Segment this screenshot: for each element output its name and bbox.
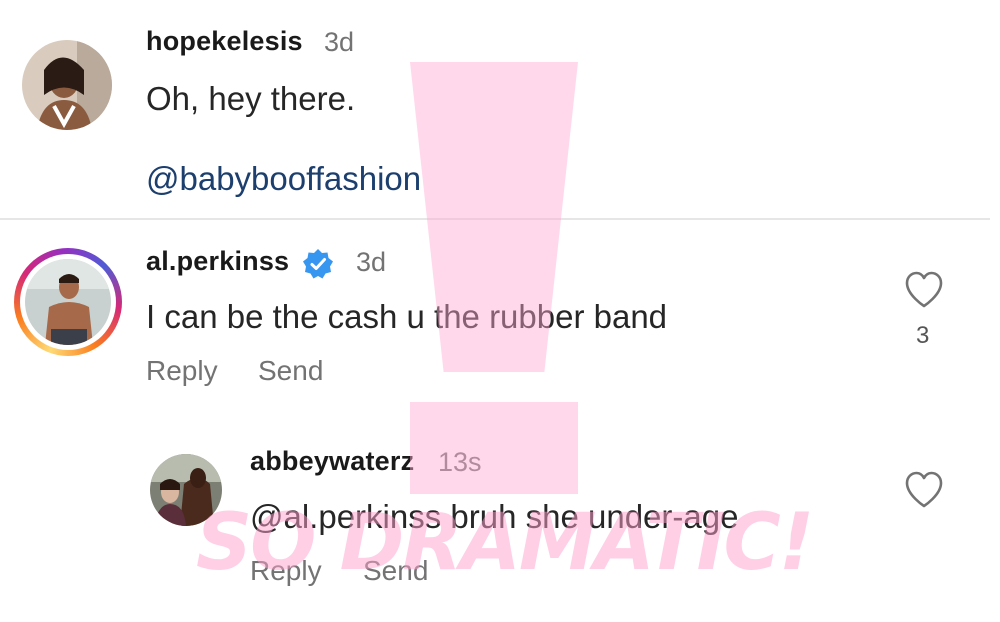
username-abbeywaterz[interactable]: abbeywaterz — [250, 446, 414, 477]
mention-link[interactable]: @babybooffashion — [146, 160, 421, 198]
comment-time: 3d — [324, 27, 355, 57]
avatar-al-perkinss[interactable] — [14, 248, 122, 356]
comment-text: I can be the cash u the rubber band — [146, 298, 668, 335]
avatar-photo-icon — [22, 40, 112, 130]
like-count: 3 — [916, 322, 930, 349]
reply-button[interactable]: Reply — [146, 355, 218, 387]
username-al-perkinss[interactable]: al.perkinss — [146, 246, 289, 277]
comment-time: 3d — [356, 247, 387, 277]
watermark-text: SO DRAMATIC! — [196, 498, 814, 588]
send-button[interactable]: Send — [258, 355, 323, 387]
comment-thread: hopekelesis 3d Oh, hey there. @babybooff… — [0, 0, 1000, 622]
heart-outline-icon[interactable] — [903, 270, 945, 310]
avatar-photo-icon — [25, 259, 111, 345]
heart-outline-icon[interactable] — [903, 470, 945, 510]
comment-text: Oh, hey there. — [146, 80, 356, 117]
username-hopekelesis[interactable]: hopekelesis — [146, 26, 303, 57]
avatar-hopekelesis[interactable] — [22, 40, 112, 130]
watermark-exclamation-dot — [410, 402, 578, 494]
verified-badge-icon — [303, 249, 333, 279]
